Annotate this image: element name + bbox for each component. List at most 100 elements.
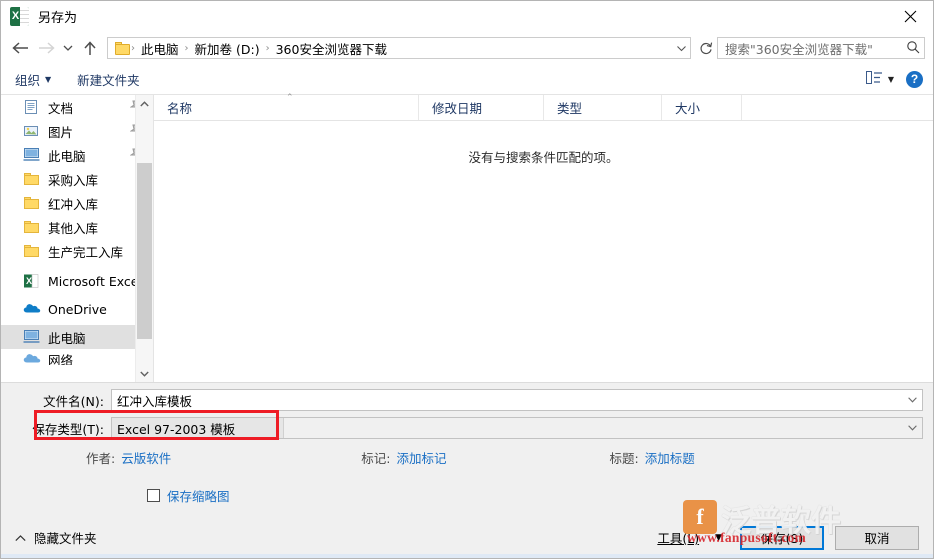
sidebar-item-label: 红冲入库 <box>48 196 99 212</box>
sidebar-item-label: 采购入库 <box>48 172 99 188</box>
chevron-up-icon <box>15 530 26 545</box>
file-list-pane: ⌃ 名称 修改日期 类型 大小 没有与搜索条件匹配的项。 <box>153 93 933 382</box>
sidebar-scrollbar[interactable] <box>135 95 153 382</box>
scroll-down-icon[interactable] <box>136 365 153 382</box>
sort-ascending-icon: ⌃ <box>286 93 294 103</box>
sidebar-item-label: 其他入库 <box>48 220 99 236</box>
recent-locations-icon[interactable] <box>59 35 77 61</box>
column-label: 名称 <box>167 101 193 116</box>
svg-text:X: X <box>26 276 32 286</box>
search-icon[interactable] <box>906 40 920 57</box>
author-value[interactable]: 云版软件 <box>121 448 171 467</box>
column-header-name[interactable]: ⌃ 名称 <box>154 93 419 120</box>
cancel-button[interactable]: 取消 <box>835 525 919 550</box>
help-button[interactable]: ? <box>906 70 923 88</box>
tags-label: 标记: <box>361 451 391 466</box>
forward-icon <box>33 35 59 61</box>
sidebar-item-microsoft-excel[interactable]: X Microsoft Excel <box>1 269 153 293</box>
sidebar-item-documents[interactable]: 文档 <box>1 95 153 119</box>
hide-folders-label: 隐藏文件夹 <box>34 531 97 546</box>
new-folder-button[interactable]: 新建文件夹 <box>77 70 140 89</box>
breadcrumb-item-0[interactable]: 此电脑 <box>136 39 184 58</box>
computer-icon <box>23 147 41 163</box>
tools-button[interactable]: 工具(L) ▼ <box>657 528 722 547</box>
filename-input[interactable]: 红冲入库模板 <box>111 389 923 411</box>
column-headers: ⌃ 名称 修改日期 类型 大小 <box>154 93 933 121</box>
save-thumbnail-checkbox[interactable] <box>147 489 160 502</box>
column-label: 类型 <box>557 101 583 116</box>
sidebar-item-this-pc-pinned[interactable]: 此电脑 <box>1 143 153 167</box>
search-placeholder: 搜索"360安全浏览器下载" <box>725 41 873 57</box>
sidebar-item-network[interactable]: 网络 <box>1 353 153 365</box>
command-bar: 组织 ▼ 新建文件夹 ▼ ? <box>1 64 933 94</box>
filename-value: 红冲入库模板 <box>117 393 193 409</box>
dialog-footer: 隐藏文件夹 工具(L) ▼ 保存(S) 取消 <box>1 516 933 558</box>
filetype-select[interactable]: Excel 97-2003 模板 <box>111 417 923 439</box>
column-label: 修改日期 <box>432 101 483 116</box>
view-list-icon <box>865 71 883 87</box>
breadcrumb-item-2[interactable]: 360安全浏览器下载 <box>271 39 392 58</box>
dialog-body: 文档 图片 此电脑 采购入库 红冲入库 其他入库 生产完工入库 X Micros… <box>1 93 933 382</box>
view-mode-button[interactable]: ▼ <box>865 71 894 87</box>
back-icon[interactable] <box>7 35 33 61</box>
chevron-down-icon: ▼ <box>887 74 894 84</box>
close-icon[interactable] <box>888 1 933 32</box>
breadcrumb-item-1[interactable]: 新加卷 (D:) <box>190 39 265 58</box>
bottom-accent-strip <box>1 554 933 558</box>
save-thumbnail-label[interactable]: 保存缩略图 <box>167 486 230 505</box>
picture-icon <box>23 123 41 139</box>
folder-icon <box>115 41 130 55</box>
up-icon[interactable] <box>77 35 103 61</box>
breadcrumb: › 此电脑 › 新加卷 (D:) › 360安全浏览器下载 <box>108 39 672 58</box>
title-value[interactable]: 添加标题 <box>645 448 695 467</box>
onedrive-icon <box>23 301 41 317</box>
scroll-up-icon[interactable] <box>136 95 153 112</box>
column-header-type[interactable]: 类型 <box>544 95 662 120</box>
column-label: 大小 <box>675 101 701 116</box>
network-icon <box>23 353 41 365</box>
chevron-down-icon[interactable] <box>902 418 922 438</box>
filename-label: 文件名(N): <box>43 393 104 409</box>
author-field[interactable]: 作者: 云版软件 <box>86 448 171 467</box>
search-input[interactable]: 搜索"360安全浏览器下载" <box>717 37 925 59</box>
tags-value[interactable]: 添加标记 <box>396 448 446 467</box>
filename-row: 文件名(N): 红冲入库模板 <box>1 389 933 411</box>
filetype-label: 保存类型(T): <box>32 421 104 437</box>
sidebar-item-onedrive[interactable]: OneDrive <box>1 297 153 321</box>
sidebar-item-shengchan-wangong-ruku[interactable]: 生产完工入库 <box>1 239 153 263</box>
column-header-date-modified[interactable]: 修改日期 <box>419 95 544 120</box>
address-dropdown-icon[interactable] <box>672 38 690 58</box>
tools-label: 工具(L) <box>657 531 700 546</box>
organize-button[interactable]: 组织 ▼ <box>15 70 51 89</box>
folder-icon <box>23 171 41 187</box>
save-button[interactable]: 保存(S) <box>740 525 824 550</box>
navigation-bar: › 此电脑 › 新加卷 (D:) › 360安全浏览器下载 搜索"360安全浏览… <box>1 32 933 64</box>
title-field[interactable]: 标题: 添加标题 <box>609 448 694 467</box>
save-thumbnail-row[interactable]: 保存缩略图 <box>1 486 933 505</box>
sidebar-item-hongchong-ruku[interactable]: 红冲入库 <box>1 191 153 215</box>
navigation-pane: 文档 图片 此电脑 采购入库 红冲入库 其他入库 生产完工入库 X Micros… <box>1 95 153 382</box>
sidebar-item-label: OneDrive <box>48 301 107 317</box>
refresh-icon[interactable] <box>695 37 717 59</box>
sidebar-item-label: 网络 <box>48 353 74 365</box>
save-as-dialog: X 另存为 › 此电脑 › 新加卷 (D:) › 360安全浏览器下载 搜索"3… <box>0 0 934 559</box>
filetype-value: Excel 97-2003 模板 <box>117 421 236 437</box>
sidebar-item-label: Microsoft Excel <box>48 273 142 289</box>
chevron-down-icon[interactable] <box>902 390 922 410</box>
folder-icon <box>23 219 41 235</box>
excel-icon: X <box>23 273 41 289</box>
excel-icon: X <box>10 7 29 26</box>
scrollbar-thumb[interactable] <box>137 163 152 339</box>
chevron-down-icon: ▼ <box>715 532 722 543</box>
author-label: 作者: <box>86 451 116 466</box>
address-bar[interactable]: › 此电脑 › 新加卷 (D:) › 360安全浏览器下载 <box>107 37 691 59</box>
hide-folders-button[interactable]: 隐藏文件夹 <box>15 528 97 547</box>
column-header-size[interactable]: 大小 <box>662 95 742 120</box>
sidebar-item-label: 文档 <box>48 100 74 116</box>
sidebar-item-caigou-ruku[interactable]: 采购入库 <box>1 167 153 191</box>
sidebar-item-pictures[interactable]: 图片 <box>1 119 153 143</box>
tags-field[interactable]: 标记: 添加标记 <box>361 448 446 467</box>
sidebar-item-qita-ruku[interactable]: 其他入库 <box>1 215 153 239</box>
sidebar-item-label: 图片 <box>48 124 74 140</box>
sidebar-item-this-pc[interactable]: 此电脑 <box>1 325 153 349</box>
